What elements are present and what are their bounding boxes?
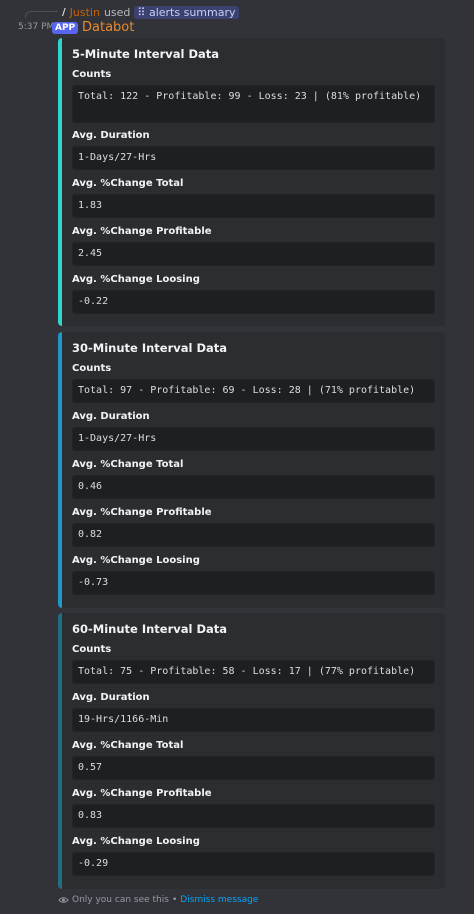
field-name-change-loosing: Avg. %Change Loosing [72,836,200,847]
timestamp[interactable]: 5:37 PM [18,22,54,32]
command-chip-icon: ⠿ [137,5,146,19]
command-chip[interactable]: ⠿ alerts summary [134,5,239,19]
reply-username[interactable]: Justin [70,6,100,19]
embed-title: 30-Minute Interval Data [72,341,228,355]
field-name-change-total: Avg. %Change Total [72,178,184,189]
field-value-change-profitable: 2.45 [72,242,435,266]
field-name-change-total: Avg. %Change Total [72,459,184,470]
field-value-change-loosing: -0.73 [72,571,435,595]
app-badge: APP [52,22,79,34]
field-name-counts: Counts [72,644,112,655]
field-value-change-total: 0.46 [72,475,435,499]
embed-30-minute: 30-Minute Interval Data Counts Total: 97… [58,332,445,608]
field-name-duration: Avg. Duration [72,411,150,422]
message-header: 5:37 PM APP Databot [0,20,474,36]
embed-5-minute: 5-Minute Interval Data Counts Total: 122… [58,38,445,326]
ephemeral-notice: Only you can see this [72,895,169,905]
field-name-change-loosing: Avg. %Change Loosing [72,555,200,566]
dismiss-message-link[interactable]: Dismiss message [180,895,258,905]
command-name: alerts summary [148,5,236,19]
field-name-counts: Counts [72,69,112,80]
embed-60-minute: 60-Minute Interval Data Counts Total: 75… [58,613,445,889]
field-value-change-total: 0.57 [72,756,435,780]
field-value-duration: 19-Hrs/1166-Min [72,708,435,732]
field-value-counts: Total: 122 - Profitable: 99 - Loss: 23 |… [72,85,435,123]
field-name-change-profitable: Avg. %Change Profitable [72,226,212,237]
footer-separator: • [171,895,178,905]
embed-title: 5-Minute Interval Data [72,47,220,61]
reply-connector [25,11,58,18]
field-name-counts: Counts [72,363,112,374]
field-value-change-total: 1.83 [72,194,435,218]
eye-icon [58,897,69,903]
field-value-change-profitable: 0.83 [72,804,435,828]
field-value-counts: Total: 97 - Profitable: 69 - Loss: 28 | … [72,379,435,403]
bot-username[interactable]: Databot [82,20,134,35]
field-name-change-total: Avg. %Change Total [72,740,184,751]
field-value-counts: Total: 75 - Profitable: 58 - Loss: 17 | … [72,660,435,684]
reply-used-text: used [103,5,131,19]
field-name-change-profitable: Avg. %Change Profitable [72,507,212,518]
field-value-duration: 1-Days/27-Hrs [72,427,435,451]
field-value-change-profitable: 0.82 [72,523,435,547]
field-name-duration: Avg. Duration [72,130,150,141]
ephemeral-footer: Only you can see this • Dismiss message [58,895,258,905]
embed-title: 60-Minute Interval Data [72,622,228,636]
field-name-change-profitable: Avg. %Change Profitable [72,788,212,799]
field-value-duration: 1-Days/27-Hrs [72,146,435,170]
field-name-duration: Avg. Duration [72,692,150,703]
slash-command-icon: / [62,6,66,18]
field-value-change-loosing: -0.29 [72,852,435,876]
reply-context[interactable]: / Justin used ⠿ alerts summary [25,2,239,22]
field-value-change-loosing: -0.22 [72,290,435,314]
field-name-change-loosing: Avg. %Change Loosing [72,274,200,285]
